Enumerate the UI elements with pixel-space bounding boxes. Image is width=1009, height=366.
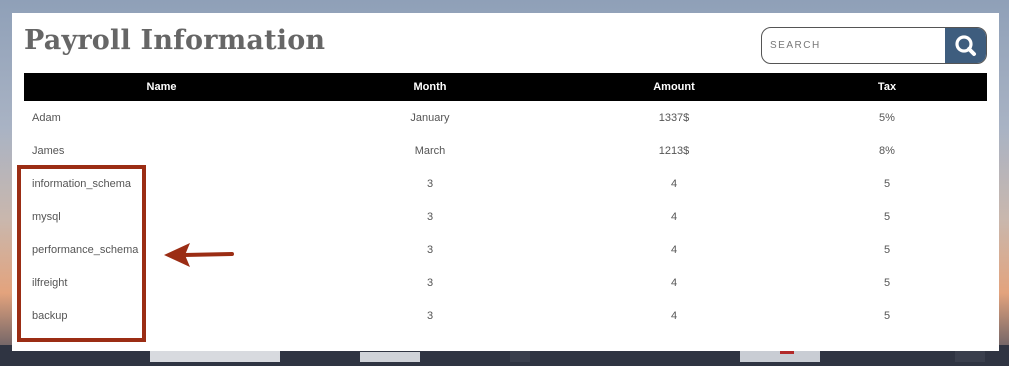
- cell-amount: 4: [670, 309, 678, 322]
- column-header-amount[interactable]: Amount: [561, 73, 787, 101]
- column-header-name[interactable]: Name: [24, 73, 299, 101]
- cell-month: March: [414, 144, 446, 157]
- payroll-card: Payroll Information Name Month Amount Ta…: [12, 13, 999, 351]
- cell-name: Adam: [32, 111, 61, 124]
- column-header-month[interactable]: Month: [299, 73, 561, 101]
- table-row: mysql 3 4 5: [24, 200, 987, 233]
- cell-month: 3: [426, 309, 434, 322]
- search-button[interactable]: [945, 28, 986, 63]
- cell-tax: 5: [883, 177, 891, 190]
- cell-tax: 5%: [879, 111, 895, 124]
- search-box: [761, 27, 987, 64]
- cell-amount: 1337$: [658, 111, 690, 124]
- table-row: ilfreight 3 4 5: [24, 266, 987, 299]
- cell-name: James: [32, 144, 65, 157]
- table-row: information_schema 3 4 5: [24, 167, 987, 200]
- search-input[interactable]: [762, 28, 946, 63]
- cell-amount: 1213$: [658, 144, 690, 157]
- column-header-tax[interactable]: Tax: [787, 73, 987, 101]
- left-arrow-icon: [164, 243, 234, 267]
- payroll-table: Name Month Amount Tax Adam January 1337$…: [24, 73, 987, 332]
- cell-name: information_schema: [32, 177, 132, 190]
- cell-month: 3: [426, 177, 434, 190]
- cell-month: 3: [426, 210, 434, 223]
- table-row: Adam January 1337$ 5%: [24, 101, 987, 134]
- cell-tax: 5: [883, 243, 891, 256]
- search-icon: [955, 35, 976, 56]
- cell-tax: 5: [883, 309, 891, 322]
- cell-month: 3: [426, 276, 434, 289]
- table-row: James March 1213$ 8%: [24, 134, 987, 167]
- cell-name: ilfreight: [32, 276, 68, 289]
- cell-tax: 5: [883, 210, 891, 223]
- cell-amount: 4: [670, 243, 678, 256]
- cell-amount: 4: [670, 276, 678, 289]
- cell-amount: 4: [670, 177, 678, 190]
- cell-tax: 5: [883, 276, 891, 289]
- cell-name: mysql: [32, 210, 61, 223]
- cell-month: 3: [426, 243, 434, 256]
- cell-month: January: [410, 111, 450, 124]
- page-title: Payroll Information: [24, 25, 326, 56]
- table-row: backup 3 4 5: [24, 299, 987, 332]
- cell-tax: 8%: [879, 144, 895, 157]
- table-header-row: Name Month Amount Tax: [24, 73, 987, 101]
- cell-name: backup: [32, 309, 68, 322]
- cell-amount: 4: [670, 210, 678, 223]
